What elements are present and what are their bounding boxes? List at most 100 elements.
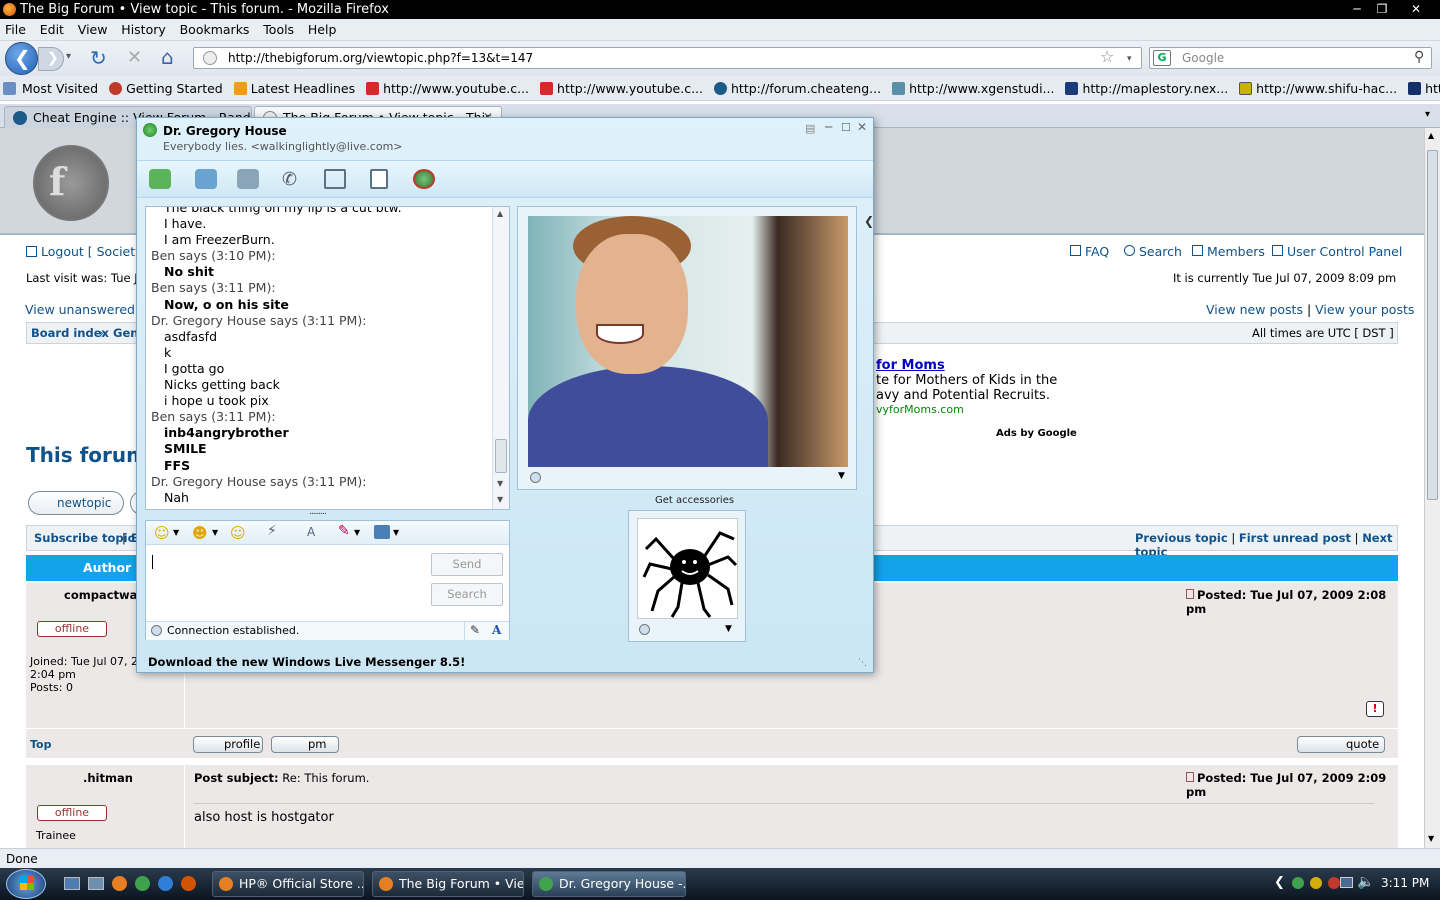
- call-icon[interactable]: ✆: [282, 169, 304, 190]
- my-webcam-icon[interactable]: [639, 624, 650, 635]
- display-dropdown-icon[interactable]: ▼: [838, 471, 845, 481]
- emoticon-icon[interactable]: ☺: [154, 524, 170, 542]
- bookmark-maplestory[interactable]: http://maplestory.nex...: [1062, 76, 1232, 100]
- page-scrollbar[interactable]: ▲ ▼: [1424, 128, 1440, 848]
- webcam-icon[interactable]: [530, 472, 541, 483]
- view-new-posts-link[interactable]: View new posts: [1206, 302, 1303, 317]
- menu-help[interactable]: Help: [303, 19, 342, 41]
- ie-quicklaunch-icon[interactable]: [158, 876, 173, 891]
- tray-app-icon-2[interactable]: [1328, 877, 1340, 889]
- reload-icon[interactable]: ↻: [90, 46, 107, 70]
- tray-expand-icon[interactable]: ❮: [1274, 875, 1285, 890]
- tray-app-icon[interactable]: [1310, 877, 1322, 889]
- bookmark-psu[interactable]: http://tlt.its.psu.edu/s...: [1405, 76, 1440, 100]
- forward-button[interactable]: ❯: [38, 47, 64, 71]
- site-identity-icon[interactable]: [203, 51, 217, 65]
- chat-scroll-end-icon[interactable]: ▼: [497, 495, 503, 504]
- menu-bookmarks[interactable]: Bookmarks: [175, 19, 255, 41]
- search-link[interactable]: Search: [1124, 244, 1182, 259]
- handwriting-dropdown-icon[interactable]: ▼: [354, 528, 360, 537]
- get-accessories-link[interactable]: Get accessories: [655, 495, 734, 506]
- maximize-button[interactable]: ❐: [1371, 1, 1393, 17]
- task-messenger[interactable]: Dr. Gregory House -...: [532, 871, 686, 897]
- chat-history[interactable]: The black thing on my lip is a cut btw. I…: [145, 206, 510, 510]
- block-icon[interactable]: [413, 169, 435, 189]
- video-call-icon[interactable]: [237, 169, 259, 189]
- previous-topic-link[interactable]: Previous topic: [1135, 531, 1228, 545]
- post-author[interactable]: compactwat: [64, 588, 143, 602]
- bookmark-youtube-1[interactable]: http://www.youtube.c...: [363, 76, 533, 100]
- search-button[interactable]: Search: [431, 583, 503, 606]
- scroll-down-icon[interactable]: ▼: [1428, 834, 1434, 843]
- new-topic-button[interactable]: newtopic: [28, 491, 124, 515]
- invite-icon[interactable]: [149, 169, 171, 189]
- window-menu-icon[interactable]: ▤: [805, 122, 815, 135]
- activities-icon[interactable]: [324, 169, 346, 189]
- chat-scrollbar[interactable]: ▲ ▼ ▼: [492, 207, 509, 509]
- search-go-icon[interactable]: ⚲: [1414, 47, 1424, 67]
- emoticon-dropdown-icon[interactable]: ▼: [173, 528, 179, 537]
- close-button[interactable]: ✕: [1405, 1, 1427, 17]
- first-unread-link[interactable]: First unread post: [1239, 531, 1351, 545]
- msn-minimize-button[interactable]: ─: [825, 120, 832, 134]
- nudge-icon[interactable]: ☺: [230, 524, 246, 542]
- pm-button[interactable]: pm: [271, 736, 339, 753]
- breadcrumb-gen-link[interactable]: Gen: [113, 326, 138, 340]
- members-link[interactable]: Members: [1192, 244, 1265, 259]
- back-button[interactable]: ❮: [5, 42, 38, 75]
- bookmark-cheatengine[interactable]: http://forum.cheateng...: [711, 76, 885, 100]
- google-ad[interactable]: for Moms te for Mothers of Kids in the a…: [876, 358, 1057, 416]
- firefox-quicklaunch-icon[interactable]: [112, 876, 127, 891]
- msn-close-button[interactable]: ✕: [857, 120, 867, 134]
- games-icon[interactable]: [370, 169, 388, 189]
- wink-dropdown-icon[interactable]: ▼: [212, 528, 218, 537]
- ad-title[interactable]: for Moms: [876, 358, 1057, 373]
- menu-view[interactable]: View: [73, 19, 113, 41]
- msn-maximize-button[interactable]: ☐: [841, 121, 851, 134]
- logout-link[interactable]: Logout [ Society: [26, 244, 143, 259]
- chat-scroll-thumb[interactable]: [495, 439, 507, 473]
- firefox-quicklaunch-icon-2[interactable]: [181, 876, 196, 891]
- board-index-link[interactable]: Board index: [31, 326, 109, 340]
- ucp-link[interactable]: User Control Panel: [1272, 244, 1402, 259]
- top-link[interactable]: Top: [30, 738, 51, 751]
- task-big-forum[interactable]: The Big Forum • Vie...: [372, 871, 524, 897]
- network-icon[interactable]: [1340, 877, 1353, 888]
- send-button[interactable]: Send: [431, 553, 503, 576]
- handwriting-icon[interactable]: ✎: [338, 523, 350, 539]
- bookmark-xgenstudios[interactable]: http://www.xgenstudi...: [889, 76, 1058, 100]
- splitter-handle[interactable]: .........: [309, 507, 327, 517]
- subscribe-topic-link[interactable]: Subscribe topic: [34, 531, 134, 545]
- minimize-button[interactable]: ─: [1346, 1, 1368, 17]
- font-icon[interactable]: A: [307, 525, 315, 539]
- volume-icon[interactable]: 🔈: [1357, 874, 1374, 890]
- google-engine-icon[interactable]: G: [1153, 50, 1171, 66]
- menu-edit[interactable]: Edit: [35, 19, 69, 41]
- download-messenger-link[interactable]: Download the new Windows Live Messenger …: [148, 655, 465, 669]
- chat-scroll-down-icon[interactable]: ▼: [497, 479, 503, 488]
- search-input[interactable]: G Google ⚲: [1149, 47, 1432, 69]
- bookmark-star-icon[interactable]: ☆: [1100, 47, 1114, 67]
- scroll-thumb[interactable]: [1427, 150, 1438, 500]
- bookmark-shifu[interactable]: http://www.shifu-hac...: [1236, 76, 1401, 100]
- resize-grip-icon[interactable]: ⋱: [858, 658, 867, 668]
- faq-link[interactable]: FAQ: [1070, 244, 1109, 259]
- view-unanswered-link[interactable]: View unanswered p: [25, 302, 147, 317]
- tab-list-icon[interactable]: ▾: [1425, 109, 1430, 120]
- messenger-quicklaunch-icon[interactable]: [135, 876, 150, 891]
- menu-history[interactable]: History: [116, 19, 170, 41]
- menu-tools[interactable]: Tools: [258, 19, 299, 41]
- background-dropdown-icon[interactable]: ▼: [393, 528, 399, 537]
- message-input[interactable]: [150, 551, 425, 621]
- view-your-posts-link[interactable]: View your posts: [1315, 302, 1414, 317]
- voice-clip-icon[interactable]: ⚡: [267, 523, 277, 539]
- stop-icon[interactable]: ✕: [127, 47, 142, 68]
- report-post-icon[interactable]: !: [1366, 701, 1384, 717]
- bookmark-most-visited[interactable]: Most Visited: [0, 76, 102, 100]
- url-bar[interactable]: http://thebigforum.org/viewtopic.php?f=1…: [193, 47, 1142, 69]
- task-hp-store[interactable]: HP® Official Store ...: [212, 871, 364, 897]
- background-icon[interactable]: [374, 525, 390, 539]
- messenger-tray-icon[interactable]: [1292, 877, 1304, 889]
- ads-by-google[interactable]: Ads by Google: [996, 428, 1077, 439]
- my-picture-dropdown-icon[interactable]: ▼: [725, 624, 732, 634]
